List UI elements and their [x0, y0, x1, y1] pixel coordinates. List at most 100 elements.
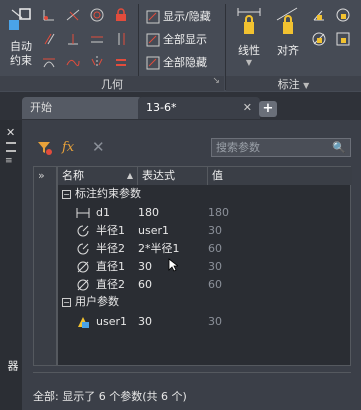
- param-expression[interactable]: user1: [138, 222, 169, 240]
- param-name: 直径1: [96, 260, 125, 273]
- param-expression[interactable]: 180: [138, 204, 159, 222]
- linear-label: 线性: [238, 44, 260, 57]
- show-all-button[interactable]: 全部显示: [146, 31, 207, 47]
- param-name: 半径2: [96, 242, 125, 255]
- geometry-group-expander-icon[interactable]: ↘: [212, 76, 220, 86]
- annotation-dropdown-icon[interactable]: ▼: [303, 81, 309, 90]
- ribbon: 自动 约束 显示/隐藏 全部显示 全部隐藏 几何 ↘ 线性 ▼ 对齐 标注 ▼: [0, 0, 361, 93]
- param-name: 直径2: [96, 278, 125, 291]
- tab-drawing-label: 13-6*: [146, 101, 177, 114]
- palette-title-bar: ✕ ≡ 参数管理器: [0, 120, 35, 410]
- equal-icon[interactable]: [114, 55, 128, 69]
- table-row[interactable]: d1 180 180: [76, 204, 346, 222]
- show-hide-button[interactable]: 显示/隐藏: [146, 8, 211, 24]
- palette-properties-icon[interactable]: ≡: [5, 156, 13, 166]
- new-tab-button[interactable]: +: [259, 101, 277, 117]
- param-value: 60: [208, 242, 222, 255]
- tab-start-label: 开始: [30, 101, 52, 114]
- param-name: user1: [96, 315, 127, 328]
- param-expression[interactable]: 60: [138, 276, 152, 294]
- param-expression[interactable]: 30: [138, 258, 152, 276]
- tab-start[interactable]: 开始: [22, 97, 142, 119]
- show-hide-label: 显示/隐藏: [163, 10, 211, 23]
- close-tab-icon[interactable]: ✕: [243, 97, 252, 119]
- parallel-icon[interactable]: [42, 32, 56, 46]
- search-icon[interactable]: 🔍: [332, 139, 346, 156]
- geometry-group-title: 几何: [101, 78, 123, 91]
- table-row[interactable]: 半径1 user1 30: [76, 222, 346, 240]
- status-text: 全部: 显示了 6 个参数(共 6 个): [33, 390, 187, 403]
- group-header-dimension-constraints[interactable]: − 标注约束参数: [62, 186, 141, 202]
- mouse-cursor-icon: [168, 258, 180, 275]
- aligned-dimension-icon[interactable]: [275, 6, 301, 41]
- file-tab-strip: 开始 13-6* ✕ +: [0, 92, 361, 120]
- convert-dimension-icon[interactable]: [336, 32, 350, 46]
- column-value-label: 值: [212, 169, 223, 182]
- close-palette-icon[interactable]: ✕: [6, 126, 15, 139]
- palette-bottom-divider: [33, 372, 351, 373]
- angular-dimension-icon[interactable]: [312, 8, 326, 22]
- param-value: 30: [208, 224, 222, 237]
- column-header-value[interactable]: 值: [208, 167, 352, 185]
- filter-icon[interactable]: [36, 140, 54, 159]
- column-expression-label: 表达式: [142, 169, 175, 182]
- linear-dimension-icon[interactable]: [236, 6, 262, 41]
- show-all-label: 全部显示: [163, 33, 207, 46]
- auto-constrain-icon: [8, 6, 34, 37]
- hide-all-button[interactable]: 全部隐藏: [146, 54, 207, 70]
- linear-dropdown-icon[interactable]: ▼: [230, 58, 268, 67]
- double-chevron-right-icon: »: [38, 169, 45, 182]
- aligned-button[interactable]: 对齐: [270, 42, 306, 58]
- expand-filter-tree-button[interactable]: »: [33, 166, 57, 366]
- group-header-user-parameters[interactable]: − 用户参数: [62, 294, 119, 310]
- auto-constrain-button[interactable]: 自动 约束: [4, 40, 38, 68]
- param-name: d1: [96, 206, 110, 219]
- table-row[interactable]: 直径1 30 30: [76, 258, 346, 276]
- fix-lock-icon[interactable]: [114, 8, 128, 22]
- column-name-label: 名称: [62, 169, 84, 182]
- palette-options-icon[interactable]: [6, 142, 16, 152]
- parameters-table: 名称 ▲ 表达式 值 − 标注约束参数 d1 180 180 半径1 user1 …: [57, 166, 352, 366]
- param-name: 半径1: [96, 224, 125, 237]
- new-user-parameter-icon[interactable]: fx: [62, 140, 74, 155]
- concentric-icon[interactable]: [90, 8, 104, 22]
- symmetric-icon[interactable]: [90, 55, 104, 69]
- param-expression[interactable]: 2*半径1: [138, 240, 180, 258]
- horizontal-icon[interactable]: [90, 32, 104, 46]
- collapse-icon[interactable]: −: [62, 190, 71, 199]
- table-row[interactable]: 半径2 2*半径1 60: [76, 240, 346, 258]
- table-row[interactable]: user1 30 30: [76, 313, 346, 331]
- sort-ascending-icon: ▲: [126, 171, 133, 180]
- delete-parameter-icon[interactable]: ✕: [92, 138, 105, 156]
- coincident-icon[interactable]: [42, 8, 56, 22]
- auto-constrain-label-1: 自动: [10, 40, 32, 53]
- group-title: 标注约束参数: [75, 187, 141, 200]
- linear-button[interactable]: 线性 ▼: [230, 42, 268, 67]
- column-header-expression[interactable]: 表达式: [138, 167, 208, 185]
- vertical-icon[interactable]: [114, 32, 128, 46]
- search-parameters-input[interactable]: 搜索参数 🔍: [211, 138, 351, 157]
- column-header-name[interactable]: 名称 ▲: [58, 167, 138, 185]
- annotation-group-title: 标注: [277, 78, 300, 91]
- smooth-icon[interactable]: [66, 55, 80, 69]
- table-row[interactable]: 直径2 60 60: [76, 276, 346, 294]
- param-value: 180: [208, 206, 229, 219]
- param-expression[interactable]: 30: [138, 313, 152, 331]
- radius-dimension-icon[interactable]: [336, 8, 350, 22]
- geometry-group-label: 几何 ↘: [0, 76, 224, 91]
- param-value: 30: [208, 260, 222, 273]
- aligned-label: 对齐: [277, 44, 299, 57]
- search-placeholder: 搜索参数: [216, 141, 260, 154]
- diameter-dimension-icon[interactable]: [312, 32, 326, 46]
- collapse-icon[interactable]: −: [62, 298, 71, 307]
- param-value: 30: [208, 315, 222, 328]
- tangent-icon[interactable]: [42, 55, 56, 69]
- perpendicular-icon[interactable]: [66, 32, 80, 46]
- user-param-icon: [76, 315, 90, 335]
- group-title: 用户参数: [75, 295, 119, 308]
- collinear-icon[interactable]: [66, 8, 80, 22]
- annotation-group-label: 标注 ▼: [226, 76, 361, 91]
- hide-all-label: 全部隐藏: [163, 56, 207, 69]
- param-value: 60: [208, 278, 222, 291]
- tab-drawing[interactable]: 13-6* ✕: [138, 97, 260, 119]
